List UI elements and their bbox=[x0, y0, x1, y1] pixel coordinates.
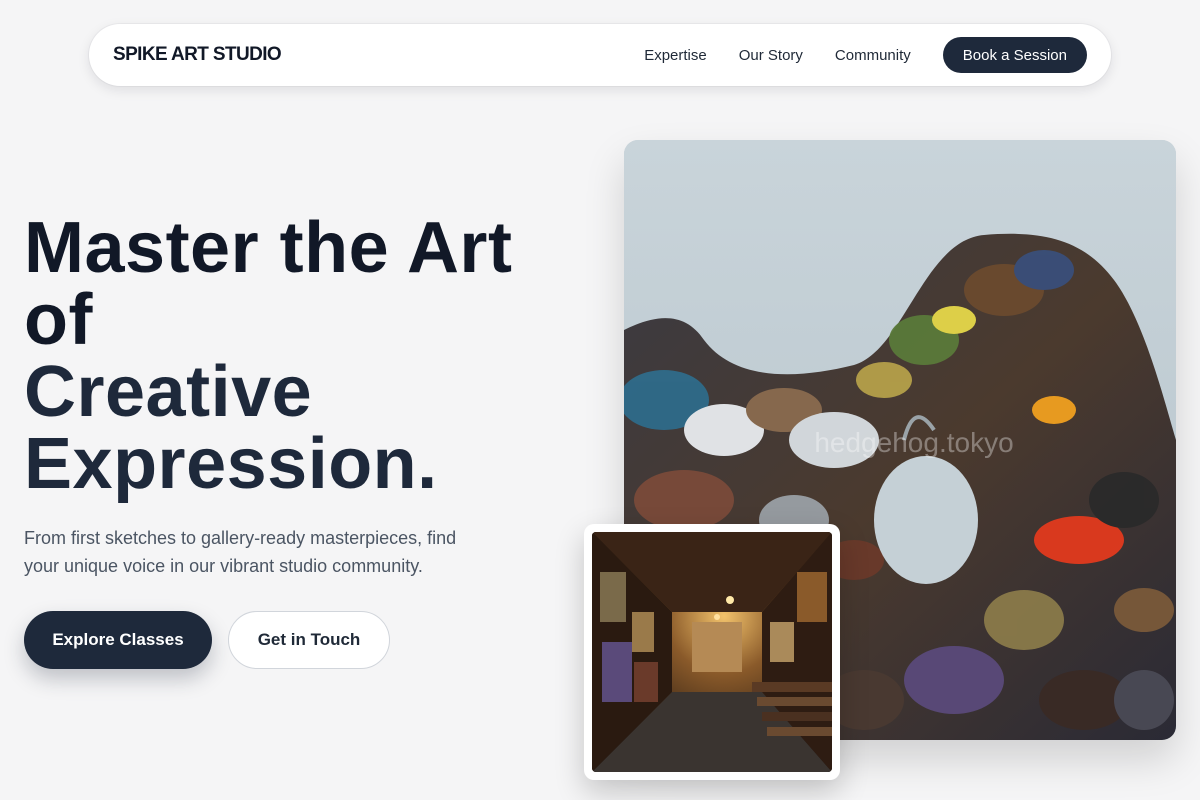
headline-line-3: Creative bbox=[24, 352, 313, 432]
nav-bar: SPIKE ART STUDIO Expertise Our Story Com… bbox=[89, 24, 1111, 86]
headline-line-1: Master the Art bbox=[24, 208, 513, 288]
headline-line-4: Expression. bbox=[24, 424, 438, 504]
brand-logo[interactable]: SPIKE ART STUDIO bbox=[113, 44, 282, 66]
nav-links: Expertise Our Story Community Book a Ses… bbox=[644, 37, 1087, 73]
get-in-touch-button[interactable]: Get in Touch bbox=[228, 611, 390, 669]
explore-classes-button[interactable]: Explore Classes bbox=[24, 611, 212, 669]
nav-link-community[interactable]: Community bbox=[835, 47, 911, 64]
book-session-button[interactable]: Book a Session bbox=[942, 37, 1087, 73]
hero-subtitle: From first sketches to gallery-ready mas… bbox=[24, 528, 457, 576]
gallery-thumbnail-frame bbox=[584, 524, 840, 780]
nav-link-our-story[interactable]: Our Story bbox=[739, 47, 803, 64]
hero-headline: Master the Art of Creative Expression. bbox=[24, 212, 584, 500]
image-watermark: hedgehog.tokyo bbox=[814, 427, 1013, 458]
headline-line-2: of bbox=[24, 280, 93, 360]
gallery-corridor-image bbox=[592, 532, 832, 772]
nav-link-expertise[interactable]: Expertise bbox=[644, 47, 707, 64]
